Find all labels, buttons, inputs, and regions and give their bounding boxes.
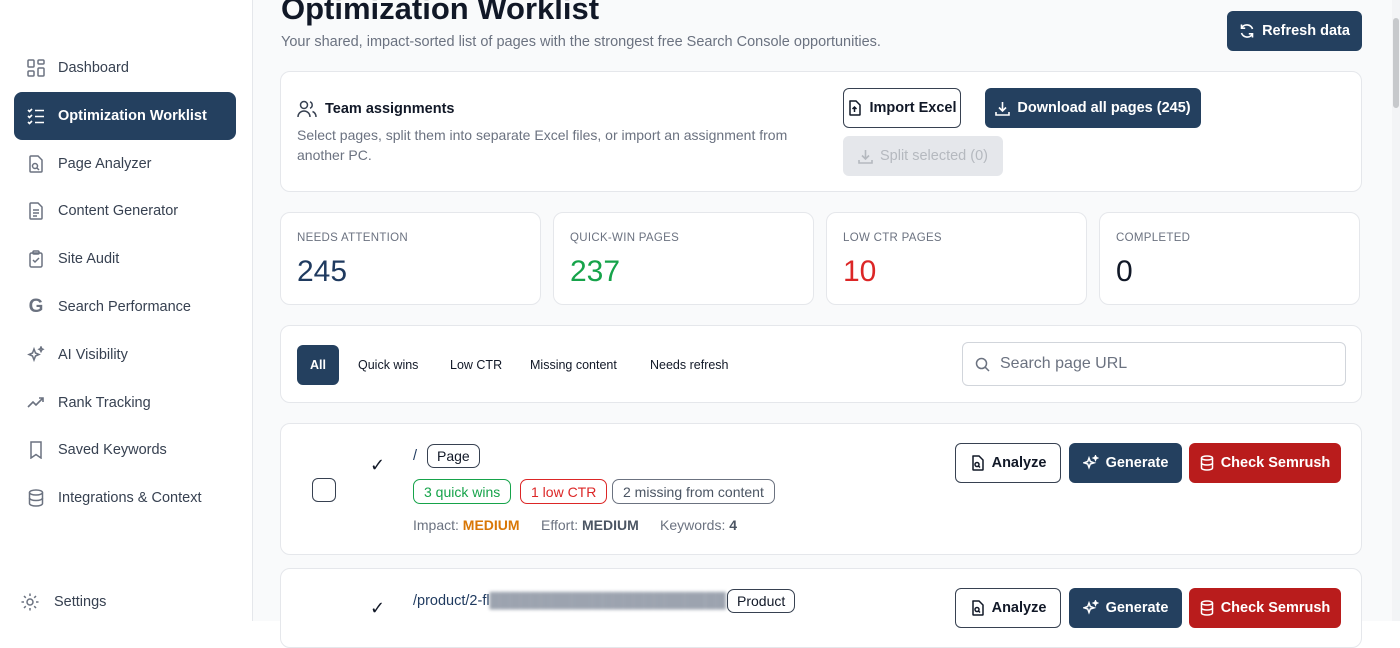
team-assignments-card: Team assignments Select pages, split the…: [280, 71, 1362, 192]
effort-value: MEDIUM: [581, 517, 639, 533]
search-icon: [975, 357, 990, 372]
missing-content-badge: 2 missing from content: [612, 479, 775, 504]
filter-chip-quick-wins[interactable]: Quick wins: [342, 345, 434, 385]
settings-label: Settings: [54, 594, 107, 610]
document-icon: [26, 201, 46, 221]
check-semrush-button[interactable]: Check Semrush: [1189, 443, 1341, 483]
filter-chip-needs-refresh[interactable]: Needs refresh: [634, 345, 745, 385]
stat-low-ctr-pages: LOW CTR PAGES 10: [826, 212, 1087, 305]
sidebar-item-label: Optimization Worklist: [58, 108, 207, 124]
analyze-button[interactable]: Analyze: [955, 588, 1061, 628]
low-ctr-badge: 1 low CTR: [520, 479, 608, 504]
sidebar-item-page-analyzer[interactable]: Page Analyzer: [14, 140, 236, 188]
stat-quick-win-pages: QUICK-WIN PAGES 237: [553, 212, 814, 305]
impact-value: MEDIUM: [462, 517, 520, 533]
grid-icon: [26, 58, 46, 78]
file-search-icon: [971, 600, 984, 616]
settings-link[interactable]: Settings: [20, 592, 106, 612]
sidebar-item-label: Content Generator: [58, 203, 179, 219]
keywords-meta: Keywords: 4: [660, 517, 738, 533]
sidebar-item-integrations[interactable]: Integrations & Context: [14, 474, 236, 522]
impact-meta: Impact: MEDIUM: [413, 517, 520, 533]
worklist-row: ✓ /product/2-fl███████████████████████ P…: [280, 568, 1362, 648]
download-icon: [995, 101, 1011, 116]
sidebar-item-label: Dashboard: [58, 60, 129, 76]
split-selected-button[interactable]: Split selected (0): [843, 136, 1003, 176]
sidebar-item-label: Site Audit: [58, 251, 120, 267]
row-url[interactable]: /product/2-fl███████████████████████: [413, 593, 726, 609]
filter-bar: All Quick wins Low CTR Missing content N…: [280, 325, 1362, 403]
worklist-row: ✓ / Page 3 quick wins 1 low CTR 2 missin…: [280, 423, 1362, 555]
redacted-text: ███████████████████████: [489, 593, 726, 609]
sidebar-item-optimization-worklist[interactable]: Optimization Worklist: [14, 92, 236, 140]
effort-meta: Effort: MEDIUM: [541, 517, 639, 533]
sparkles-icon: [1082, 455, 1099, 470]
filter-chip-all[interactable]: All: [297, 345, 339, 385]
keywords-value: 4: [729, 517, 738, 533]
sidebar-item-label: Integrations & Context: [58, 490, 202, 506]
database-icon: [1200, 600, 1213, 616]
main-content: Optimization Worklist Your shared, impac…: [253, 0, 1392, 648]
team-assignments-description: Select pages, split them into separate E…: [297, 127, 788, 163]
check-icon: ✓: [370, 455, 386, 475]
page-scrollbar[interactable]: [1392, 0, 1400, 621]
sidebar-item-dashboard[interactable]: Dashboard: [14, 44, 236, 92]
sidebar-item-label: Saved Keywords: [58, 442, 167, 458]
search-box: [962, 342, 1346, 386]
database-icon: [1200, 455, 1213, 471]
refresh-label: Refresh data: [1262, 23, 1350, 39]
sparkles-icon: [1082, 600, 1099, 615]
check-icon: ✓: [370, 598, 386, 618]
sidebar: Dashboard Optimization Worklist Page Ana…: [0, 0, 253, 621]
check-semrush-button[interactable]: Check Semrush: [1189, 588, 1341, 628]
generate-button[interactable]: Generate: [1069, 588, 1182, 628]
refresh-icon: [1240, 24, 1254, 38]
sidebar-item-label: Search Performance: [58, 299, 191, 315]
database-icon: [26, 488, 46, 508]
sidebar-item-rank-tracking[interactable]: Rank Tracking: [14, 379, 236, 427]
file-search-icon: [26, 154, 46, 174]
refresh-data-button[interactable]: Refresh data: [1227, 11, 1362, 51]
download-icon: [858, 149, 873, 164]
page-title: Optimization Worklist: [281, 0, 600, 26]
gear-icon: [20, 592, 40, 612]
sparkles-icon: [26, 345, 46, 365]
users-icon: [297, 100, 317, 118]
scrollbar-thumb[interactable]: [1393, 18, 1399, 108]
sidebar-item-search-performance[interactable]: G Search Performance: [14, 283, 236, 331]
trending-up-icon: [26, 393, 46, 413]
stat-needs-attention: NEEDS ATTENTION 245: [280, 212, 541, 305]
page-subtitle: Your shared, impact-sorted list of pages…: [281, 34, 881, 50]
sidebar-item-label: Rank Tracking: [58, 395, 151, 411]
import-excel-button[interactable]: Import Excel: [843, 88, 961, 128]
file-search-icon: [971, 455, 984, 471]
row-url[interactable]: /: [413, 448, 417, 464]
row-checkbox[interactable]: [312, 478, 336, 502]
generate-button[interactable]: Generate: [1069, 443, 1182, 483]
row-type-tag: Product: [727, 589, 796, 613]
quick-wins-badge: 3 quick wins: [413, 479, 512, 504]
sidebar-item-label: Page Analyzer: [58, 156, 152, 172]
clipboard-check-icon: [26, 249, 46, 269]
analyze-button[interactable]: Analyze: [955, 443, 1061, 483]
filter-chip-low-ctr[interactable]: Low CTR: [434, 345, 518, 385]
sidebar-item-saved-keywords[interactable]: Saved Keywords: [14, 426, 236, 474]
sidebar-item-label: AI Visibility: [58, 347, 128, 363]
filter-chip-missing-content[interactable]: Missing content: [514, 345, 633, 385]
sidebar-item-ai-visibility[interactable]: AI Visibility: [14, 331, 236, 379]
stat-completed: COMPLETED 0: [1099, 212, 1360, 305]
row-type-tag: Page: [427, 444, 480, 468]
list-check-icon: [26, 106, 46, 126]
google-icon: G: [28, 296, 44, 317]
bookmark-icon: [26, 440, 46, 460]
download-all-pages-button[interactable]: Download all pages (245): [985, 88, 1201, 128]
team-assignments-title: Team assignments: [297, 100, 454, 118]
file-upload-icon: [849, 100, 862, 116]
search-input[interactable]: [1000, 355, 1330, 373]
sidebar-item-content-generator[interactable]: Content Generator: [14, 187, 236, 235]
sidebar-item-site-audit[interactable]: Site Audit: [14, 235, 236, 283]
